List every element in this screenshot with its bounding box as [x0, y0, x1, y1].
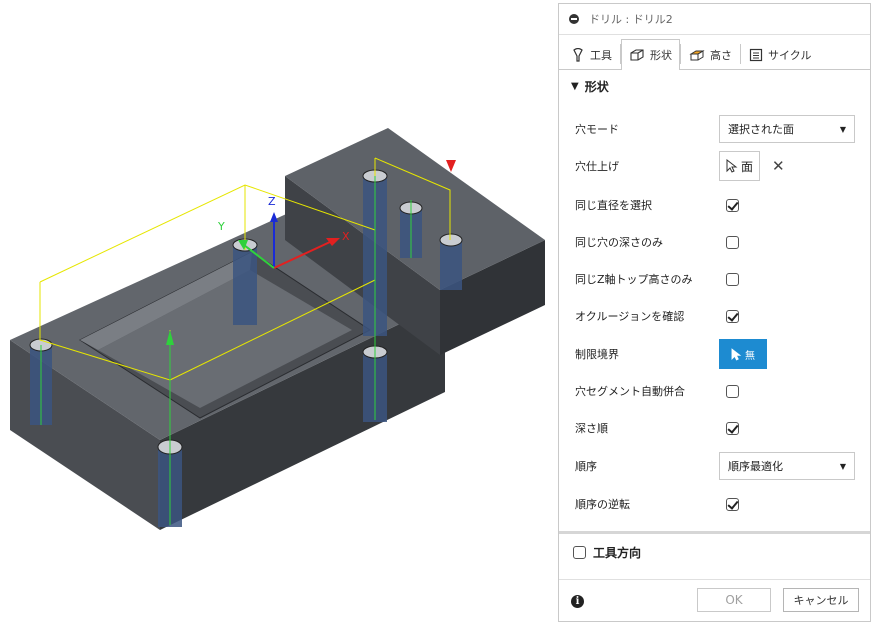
x-axis-label: X	[342, 230, 350, 243]
check-occlusion-label: オクルージョンを確認	[575, 310, 685, 323]
ordering-select[interactable]: 順序最適化 ▼	[719, 452, 855, 480]
dialog-titlebar[interactable]: ドリル : ドリル2	[559, 4, 870, 35]
ordering-value: 順序最適化	[728, 460, 783, 473]
tool-orientation-label: 工具方向	[593, 546, 642, 560]
tab-cycle[interactable]: サイクル	[741, 39, 819, 69]
same-hole-depth-label: 同じ穴の深さのみ	[575, 236, 663, 249]
collapse-icon[interactable]	[569, 14, 579, 24]
tool-orientation-section[interactable]: 工具方向	[573, 544, 641, 561]
info-icon[interactable]: i	[571, 595, 584, 608]
hole-faces-selector[interactable]: 面	[719, 151, 761, 181]
chevron-down-icon: ▼	[839, 461, 846, 471]
boundary-value: 無	[745, 350, 755, 362]
reverse-order-row: 順序の逆転	[559, 487, 870, 521]
dialog-title: ドリル : ドリル2	[589, 13, 673, 26]
red-marker	[446, 160, 456, 172]
auto-merge-row: 穴セグメント自動併合	[559, 374, 870, 408]
same-z-top-row: 同じZ軸トップ高さのみ	[559, 262, 870, 296]
cancel-button[interactable]: キャンセル	[783, 588, 859, 612]
hole-faces-row: 穴仕上げ 面 ✕	[559, 149, 870, 183]
hole-mode-label: 穴モード	[575, 123, 619, 136]
reverse-order-checkbox[interactable]	[726, 497, 739, 511]
tab-heights-label: 高さ	[710, 48, 732, 62]
same-z-top-checkbox[interactable]	[726, 272, 739, 286]
tab-geometry-label: 形状	[650, 49, 672, 62]
boundary-selector-button[interactable]: 無	[719, 339, 767, 369]
ordering-label: 順序	[575, 460, 597, 473]
depth-order-row: 深さ順	[559, 411, 870, 445]
hole-faces-label: 穴仕上げ	[575, 160, 619, 173]
auto-merge-checkbox[interactable]	[726, 384, 739, 398]
y-axis-label: Y	[217, 220, 225, 233]
reverse-order-label: 順序の逆転	[575, 498, 630, 511]
part-model-canvas[interactable]: Z X Y	[0, 0, 560, 627]
hole-faces-value: 面	[741, 159, 754, 174]
tab-bar: 工具 形状 高さ サイクル	[559, 35, 870, 70]
drill-dialog: ドリル : ドリル2 工具 形状 高さ サイクル ▼ 形状 穴モード 選択された…	[558, 3, 871, 622]
cursor-arrow-icon	[726, 159, 738, 173]
heights-icon	[689, 49, 705, 60]
section-divider	[559, 531, 870, 534]
tab-tool[interactable]: 工具	[563, 39, 620, 69]
select-same-diameter-label: 同じ直径を選択	[575, 199, 652, 212]
depth-order-label: 深さ順	[575, 422, 608, 435]
chevron-down-icon: ▼	[839, 124, 846, 134]
hole-mode-row: 穴モード 選択された面 ▼	[559, 112, 870, 146]
geometry-section-header[interactable]: ▼ 形状	[559, 70, 870, 102]
depth-order-checkbox[interactable]	[726, 421, 739, 435]
tool-icon	[573, 47, 583, 62]
section-title: 形状	[584, 79, 609, 94]
z-axis-label: Z	[268, 195, 276, 208]
same-z-top-label: 同じZ軸トップ高さのみ	[575, 273, 693, 286]
ordering-row: 順序 順序最適化 ▼	[559, 449, 870, 483]
boundary-label: 制限境界	[575, 348, 619, 361]
check-occlusion-row: オクルージョンを確認	[559, 299, 870, 333]
tool-orientation-checkbox[interactable]	[573, 546, 586, 559]
dialog-footer: i OK キャンセル	[559, 579, 870, 622]
geometry-icon	[630, 49, 644, 61]
same-hole-depth-row: 同じ穴の深さのみ	[559, 225, 870, 259]
tab-geometry[interactable]: 形状	[621, 39, 680, 70]
tab-tool-label: 工具	[590, 48, 612, 62]
model-viewport[interactable]: Z X Y	[0, 0, 560, 627]
select-same-diameter-row: 同じ直径を選択	[559, 188, 870, 222]
cursor-arrow-icon	[731, 347, 742, 360]
cycle-icon	[749, 48, 763, 61]
boundary-row: 制限境界 無	[559, 337, 870, 371]
check-occlusion-checkbox[interactable]	[726, 309, 739, 323]
hole-mode-value: 選択された面	[728, 123, 794, 136]
ok-button[interactable]: OK	[697, 588, 771, 612]
tab-cycle-label: サイクル	[768, 48, 812, 62]
same-hole-depth-checkbox[interactable]	[726, 235, 739, 249]
clear-selection-icon[interactable]: ✕	[772, 157, 785, 175]
select-same-diameter-checkbox[interactable]	[726, 198, 739, 212]
auto-merge-label: 穴セグメント自動併合	[575, 385, 685, 398]
collapse-triangle-icon[interactable]: ▼	[571, 81, 579, 92]
hole-mode-select[interactable]: 選択された面 ▼	[719, 115, 855, 143]
tab-heights[interactable]: 高さ	[681, 39, 740, 69]
